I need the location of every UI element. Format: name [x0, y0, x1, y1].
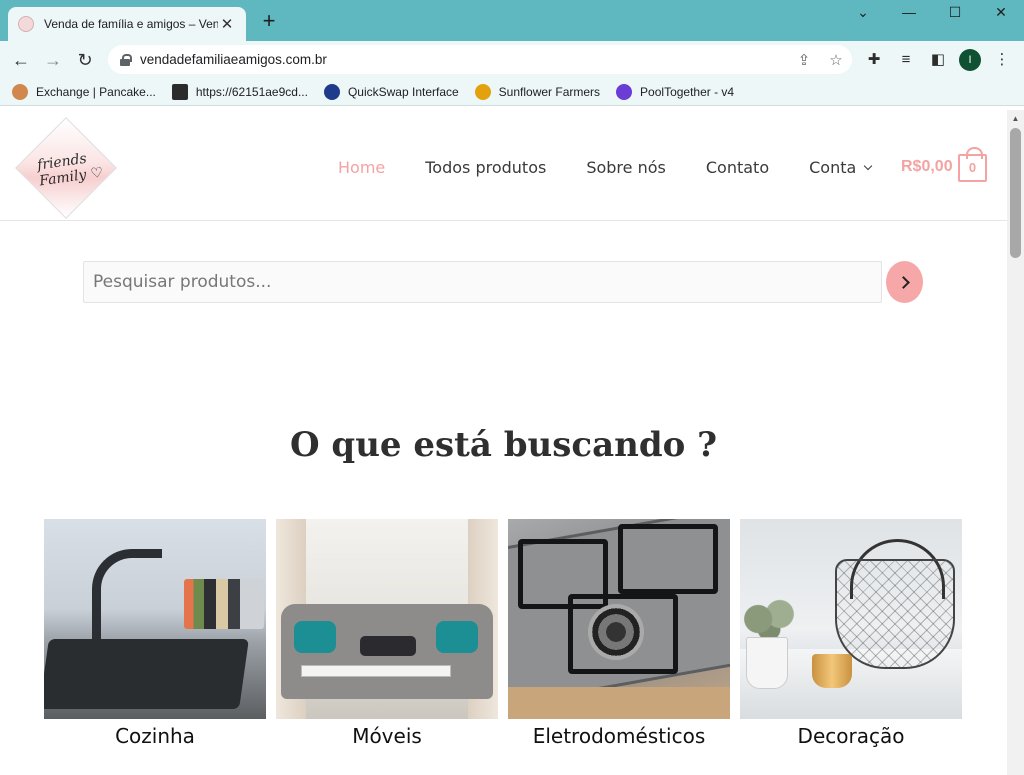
web-page: friends Family ♡ Home Todos produtos Sob…	[0, 110, 1007, 775]
gas-cooktop-photo[interactable]	[508, 519, 730, 719]
kitchen-bottles-shape	[184, 579, 264, 629]
site-favicon-icon	[18, 16, 34, 32]
quickswap-icon	[323, 83, 340, 100]
chevron-down-icon	[864, 161, 873, 171]
back-arrow-icon[interactable]: ←	[10, 49, 32, 71]
nav-todos-produtos[interactable]: Todos produtos	[425, 158, 546, 177]
bookmark-label: QuickSwap Interface	[347, 84, 459, 99]
bookmark-item[interactable]: Exchange | Pancake...	[12, 83, 156, 100]
pancake-bunny-icon	[12, 83, 28, 100]
bookmark-label: PoolTogether - v4	[640, 84, 735, 99]
bookmark-item[interactable]: PoolTogether - v4	[616, 83, 735, 100]
address-url[interactable]: vendadefamiliaeamigos.com.br	[140, 52, 788, 67]
plant-pot-shape	[746, 637, 788, 689]
pillow-shape	[294, 621, 336, 653]
category-label[interactable]: Cozinha	[44, 724, 266, 748]
new-tab-button[interactable]: +	[258, 10, 280, 33]
forward-arrow-icon[interactable]: →	[42, 49, 64, 71]
cart-total[interactable]: R$0,00	[901, 158, 953, 176]
aptos-apt-icon	[171, 83, 188, 100]
profile-avatar[interactable]: I	[959, 49, 981, 71]
side-panel-icon[interactable]: ◧	[928, 50, 948, 70]
sink-shape	[44, 639, 249, 709]
burner-shape	[588, 604, 644, 660]
section-heading: O que está buscando ?	[289, 425, 718, 465]
wire-basket-shape	[835, 559, 955, 669]
kitchen-sink-photo[interactable]	[44, 519, 266, 719]
reload-icon[interactable]: ↻	[74, 49, 96, 71]
category-label[interactable]: Decoração	[740, 724, 962, 748]
browser-tab-bar: Venda de família e amigos – Venda de fam…	[0, 0, 1024, 41]
site-header: friends Family ♡ Home Todos produtos Sob…	[0, 110, 1007, 221]
search-submit-button[interactable]	[886, 261, 923, 303]
sunflower-icon	[474, 83, 491, 100]
browser-toolbar: ← → ↻ vendadefamiliaeamigos.com.br ⇪ ☆ ✚…	[0, 41, 1024, 78]
nav-sobre-nos[interactable]: Sobre nós	[586, 158, 666, 177]
pillow-shape	[360, 636, 416, 656]
bookmarks-bar: Exchange | Pancake... https://62151ae9cd…	[0, 78, 1024, 106]
pooltogether-icon	[616, 83, 633, 100]
main-nav: Home Todos produtos Sobre nós Contato Co…	[338, 158, 873, 177]
media-control-icon[interactable]: ≡	[896, 50, 916, 70]
category-card-cozinha[interactable]: Cozinha	[44, 519, 266, 748]
bookmark-item[interactable]: QuickSwap Interface	[323, 83, 459, 100]
address-bar[interactable]: vendadefamiliaeamigos.com.br ⇪ ☆	[108, 45, 852, 74]
tab-title: Venda de família e amigos – Venda de fam…	[44, 17, 218, 31]
close-tab-icon[interactable]: ✕	[218, 15, 236, 33]
nav-conta-label: Conta	[809, 158, 857, 177]
decor-basket-photo[interactable]	[740, 519, 962, 719]
browser-tab-active[interactable]: Venda de família e amigos – Venda de fam…	[8, 7, 246, 41]
bookmark-item[interactable]: https://62151ae9cd...	[171, 83, 308, 100]
category-card-moveis[interactable]: Móveis	[276, 519, 498, 748]
tab-search-button[interactable]: ⌄	[840, 4, 886, 24]
coffee-table-shape	[301, 665, 451, 677]
browser-menu-icon[interactable]: ⋮	[992, 50, 1012, 70]
lock-icon[interactable]	[120, 53, 132, 66]
wood-counter-shape	[508, 687, 730, 719]
category-label[interactable]: Eletrodomésticos	[508, 724, 730, 748]
maximize-button[interactable]: ☐	[932, 4, 978, 24]
minimize-button[interactable]: —	[886, 4, 932, 24]
bookmark-label: Sunflower Farmers	[498, 84, 601, 99]
product-search-input[interactable]	[83, 261, 882, 303]
category-card-eletrodomesticos[interactable]: Eletrodomésticos	[508, 519, 730, 748]
gold-cup-shape	[812, 654, 852, 688]
bookmark-item[interactable]: Sunflower Farmers	[474, 83, 601, 100]
extensions-puzzle-icon[interactable]: ✚	[864, 50, 884, 70]
cart-bag-icon[interactable]: 0	[958, 147, 987, 182]
grate-shape	[618, 524, 718, 594]
bookmark-star-icon[interactable]: ☆	[820, 51, 852, 69]
sofa-living-room-photo[interactable]	[276, 519, 498, 719]
bookmark-label: https://62151ae9cd...	[195, 84, 308, 99]
bookmark-label: Exchange | Pancake...	[36, 84, 156, 99]
scroll-up-arrow-icon[interactable]: ▲	[1007, 110, 1024, 127]
page-scrollbar[interactable]: ▲	[1007, 110, 1024, 775]
nav-conta[interactable]: Conta	[809, 158, 873, 177]
faucet-shape	[92, 549, 162, 644]
category-card-decoracao[interactable]: Decoração	[740, 519, 962, 748]
close-window-button[interactable]: ✕	[978, 4, 1024, 24]
nav-home[interactable]: Home	[338, 158, 385, 177]
share-icon[interactable]: ⇪	[788, 51, 820, 69]
nav-contato[interactable]: Contato	[706, 158, 769, 177]
pillow-shape	[436, 621, 478, 653]
category-label[interactable]: Móveis	[276, 724, 498, 748]
site-logo[interactable]: friends Family ♡	[15, 117, 118, 219]
scrollbar-thumb[interactable]	[1010, 128, 1021, 258]
